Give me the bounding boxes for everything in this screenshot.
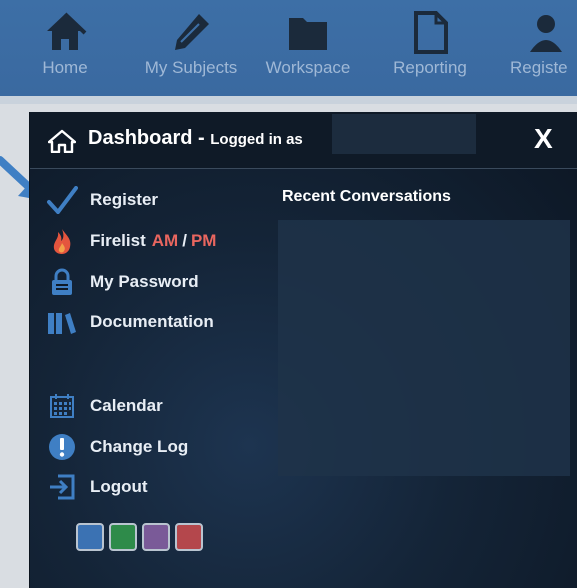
lock-icon [46, 268, 78, 296]
menu-my-password-label: My Password [90, 272, 199, 291]
menu-documentation-label: Documentation [90, 312, 214, 331]
theme-swatch-red[interactable] [175, 523, 203, 551]
logout-icon [46, 473, 78, 501]
nav-my-subjects[interactable]: My Subjects [136, 10, 246, 90]
menu-documentation[interactable]: Documentation [46, 307, 214, 337]
theme-swatch-green[interactable] [109, 523, 137, 551]
menu-calendar-label: Calendar [90, 396, 163, 415]
menu-logout-label: Logout [90, 477, 148, 496]
nav-home[interactable]: Home [34, 10, 96, 90]
exclamation-icon [46, 433, 78, 461]
title-separator: - [198, 127, 205, 149]
menu-logout[interactable]: Logout [46, 472, 148, 502]
theme-swatch-purple[interactable] [142, 523, 170, 551]
nav-workspace-label: Workspace [265, 58, 351, 77]
firelist-pm-link[interactable]: PM [191, 231, 217, 251]
firelist-am-link[interactable]: AM [152, 231, 178, 251]
nav-register-label: Registe [510, 58, 568, 77]
nav-shadow-strip [0, 96, 577, 104]
books-icon [46, 308, 78, 336]
checkmark-icon [46, 186, 78, 214]
dashboard-header: Dashboard - Logged in as X [30, 112, 577, 169]
menu-my-password[interactable]: My Password [46, 267, 199, 297]
calendar-icon [46, 392, 78, 420]
dashboard-title-text: Dashboard [88, 127, 193, 149]
theme-swatches [76, 523, 203, 551]
recent-conversations-title: Recent Conversations [282, 188, 451, 205]
home-icon [48, 129, 76, 153]
menu-register-label: Register [90, 190, 159, 209]
nav-reporting[interactable]: Reporting [384, 10, 476, 90]
document-icon [414, 11, 448, 54]
menu-firelist-label: Firelist [90, 231, 146, 250]
nav-register[interactable]: Registe [510, 10, 577, 90]
menu-change-log-label: Change Log [90, 437, 189, 456]
nav-my-subjects-label: My Subjects [144, 58, 238, 77]
nav-home-label: Home [42, 58, 88, 77]
dashboard-title: Dashboard - Logged in as [88, 127, 303, 150]
fire-icon [46, 227, 78, 255]
menu-change-log[interactable]: Change Log [46, 432, 188, 462]
close-button[interactable]: X [534, 123, 553, 155]
users-icon [530, 15, 562, 52]
redacted-username [332, 114, 476, 154]
logged-in-label: Logged in as [210, 131, 303, 148]
firelist-separator: / [182, 231, 187, 250]
dashboard-panel: Dashboard - Logged in as X Register Fire… [29, 112, 577, 588]
nav-reporting-label: Reporting [393, 58, 467, 77]
theme-swatch-blue[interactable] [76, 523, 104, 551]
folder-icon [289, 18, 327, 50]
top-navigation-bar: Home My Subjects Workspace Reporting Reg… [0, 0, 577, 96]
recent-conversations-list [278, 220, 570, 476]
pencil-icon [175, 14, 209, 50]
menu-firelist[interactable]: Firelist AM / PM [46, 226, 216, 256]
nav-workspace[interactable]: Workspace [256, 10, 360, 90]
menu-register[interactable]: Register [46, 185, 158, 215]
menu-calendar[interactable]: Calendar [46, 391, 163, 421]
home-icon [47, 12, 87, 50]
